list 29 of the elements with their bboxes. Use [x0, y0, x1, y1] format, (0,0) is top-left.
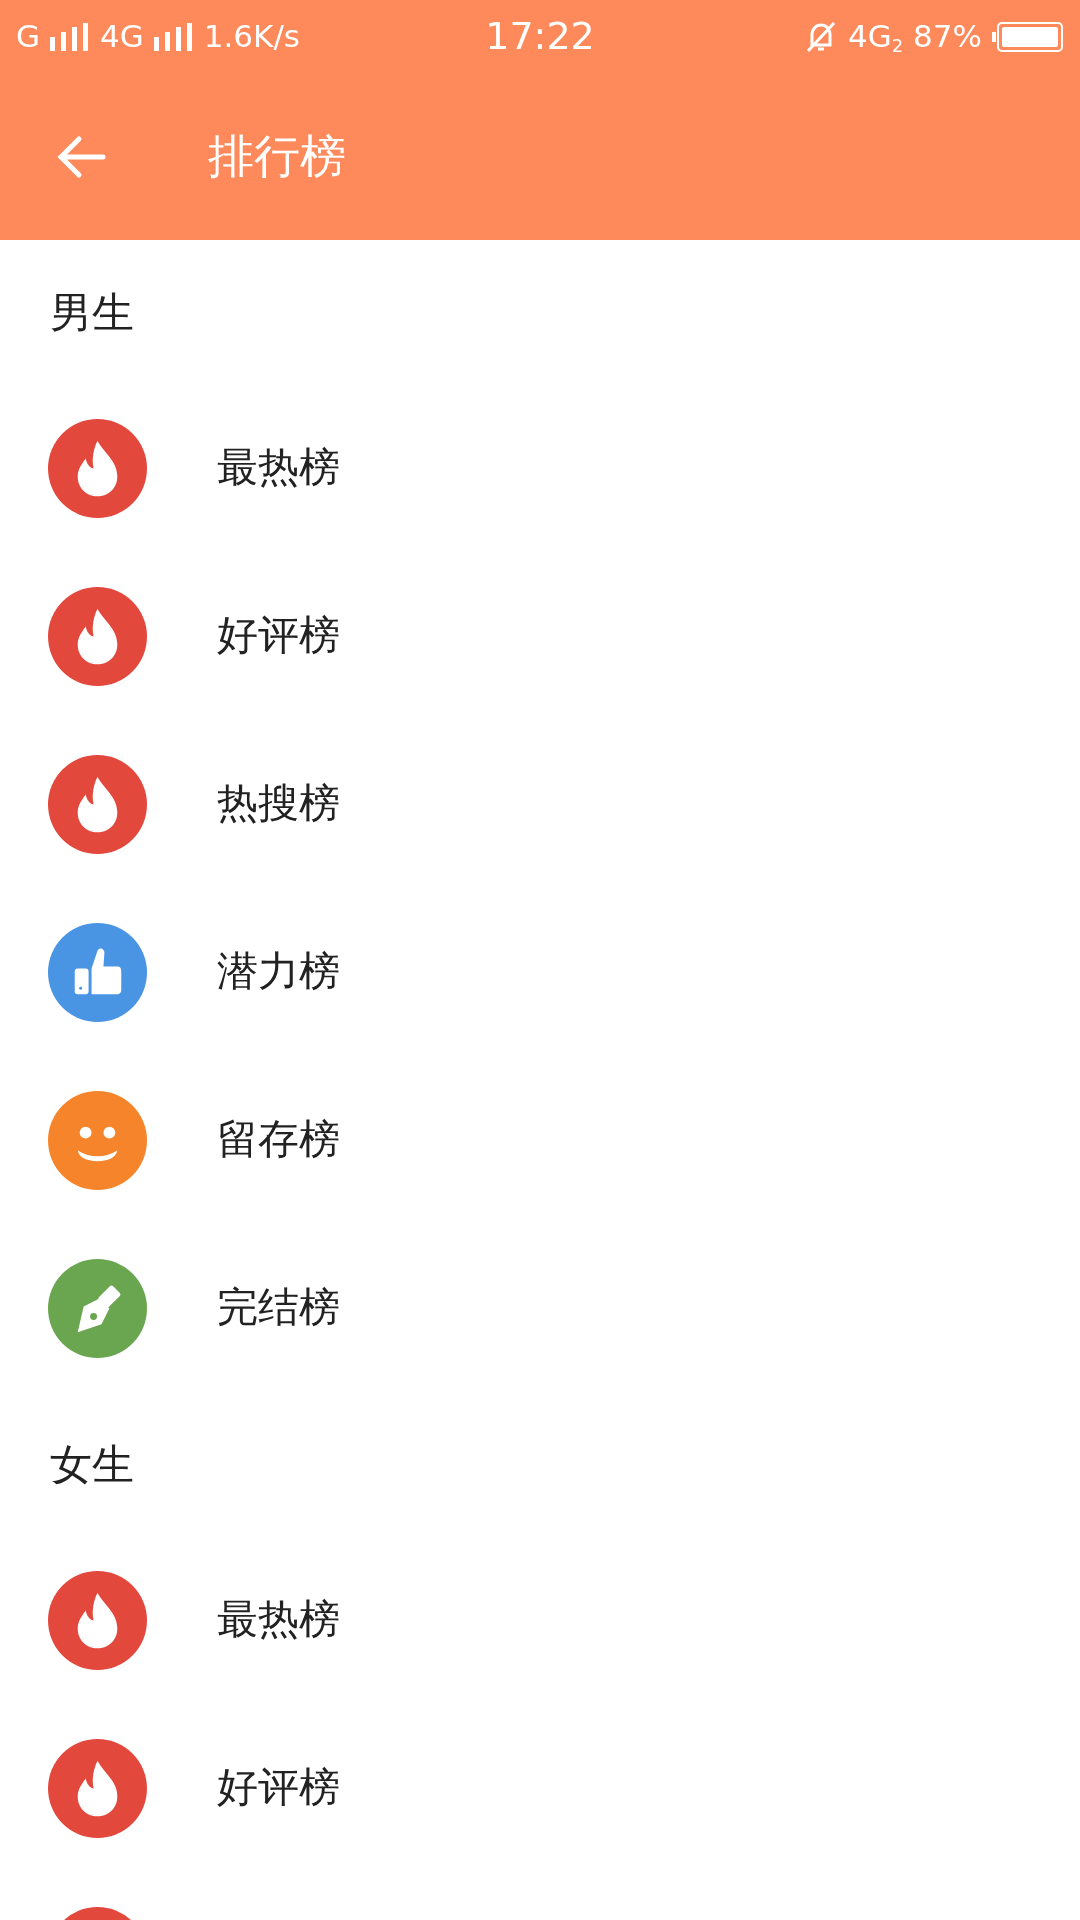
- ranking-item[interactable]: 最热榜: [0, 1536, 1080, 1704]
- ranking-label: 最热榜: [217, 442, 340, 494]
- page-title: 排行榜: [208, 128, 346, 185]
- battery-icon: [992, 21, 1064, 52]
- signal-icon: [153, 22, 194, 51]
- carrier-label: G: [16, 17, 41, 57]
- carrier-label: 4G: [100, 17, 144, 57]
- ranking-label: 最热榜: [217, 1594, 340, 1646]
- ranking-label: 好评榜: [217, 610, 340, 662]
- ranking-item[interactable]: 好评榜: [0, 552, 1080, 720]
- ranking-label: 留存榜: [217, 1114, 340, 1166]
- section-title: 男生: [50, 286, 134, 339]
- back-arrow-icon: [55, 134, 107, 179]
- ranking-item[interactable]: 留存榜: [0, 1056, 1080, 1224]
- ranking-item[interactable]: 潜力榜: [0, 888, 1080, 1056]
- clock: 17:22: [485, 13, 595, 60]
- network-speed: 1.6K/s: [203, 17, 300, 57]
- ranking-label: 完结榜: [217, 1282, 340, 1334]
- ranking-label: 热搜榜: [217, 778, 340, 830]
- ranking-label: 好评榜: [217, 1762, 340, 1814]
- ranking-label: 潜力榜: [217, 946, 340, 998]
- ranking-item[interactable]: 热搜榜: [0, 720, 1080, 888]
- battery-percent: 87%: [913, 17, 982, 57]
- ranking-item[interactable]: 最热榜: [0, 384, 1080, 552]
- signal-icon: [50, 22, 91, 51]
- ranking-item[interactable]: 好评榜: [0, 1704, 1080, 1872]
- section-title: 女生: [50, 1438, 134, 1491]
- ranking-item[interactable]: 完结榜: [0, 1224, 1080, 1392]
- network-label: 4G$_{2}$: [847, 17, 904, 58]
